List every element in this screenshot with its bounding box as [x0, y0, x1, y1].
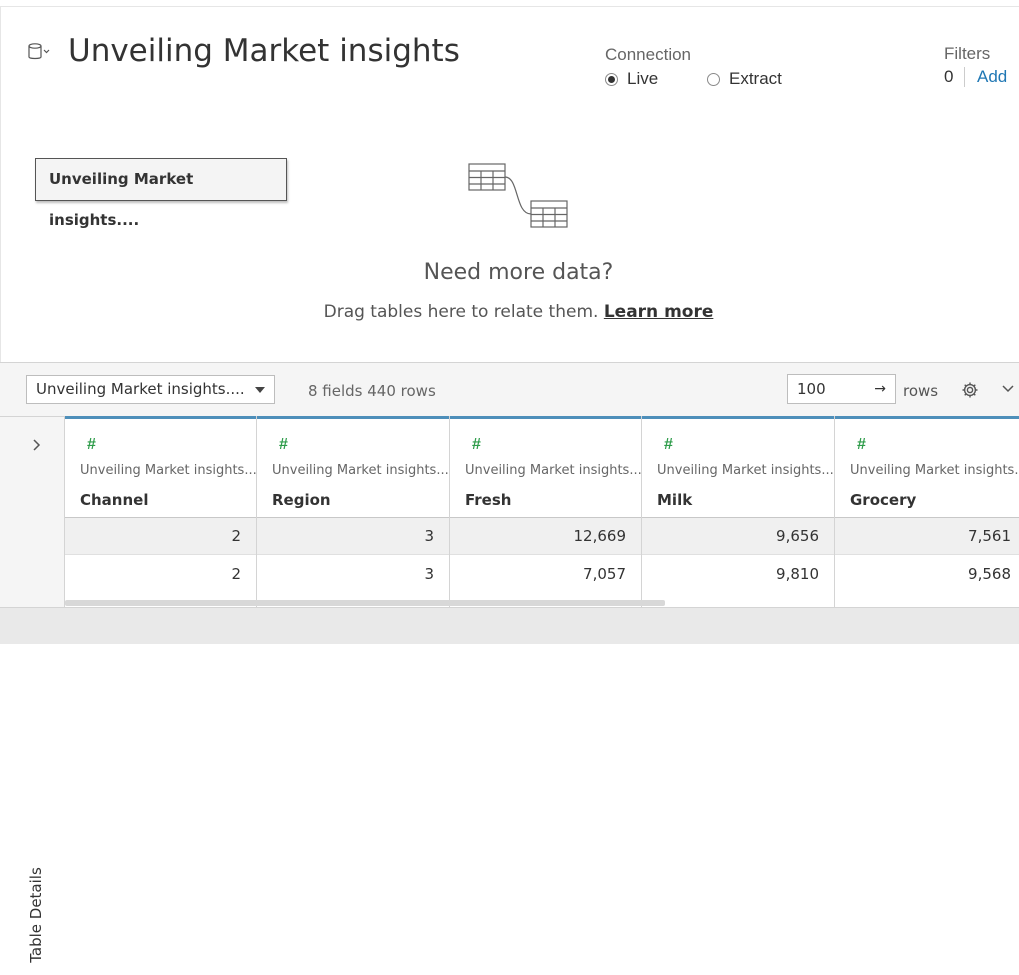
fields-rows-summary: 8 fields 440 rows — [308, 382, 436, 400]
horizontal-scrollbar[interactable] — [65, 600, 665, 606]
grid-cell: 7,561 — [835, 518, 1019, 555]
grid-cell: 3 — [257, 556, 449, 593]
arrow-right-icon[interactable]: → — [874, 375, 886, 403]
radio-selected-icon — [605, 72, 618, 86]
rows-count-input[interactable]: 100 → — [787, 374, 896, 404]
rows-count-value: 100 — [797, 380, 826, 398]
grid-cell: 3 — [257, 518, 449, 555]
filters-divider — [964, 67, 965, 87]
column-source: Unveiling Market insights.... — [80, 463, 261, 478]
column-name: Grocery — [850, 491, 917, 509]
grid-cell: 2 — [65, 518, 256, 555]
caret-down-icon — [255, 387, 265, 393]
chevron-right-icon[interactable] — [32, 438, 42, 452]
column-source: Unveiling Market insights.... — [657, 463, 838, 478]
table-details-label: Table Details — [27, 867, 45, 963]
grid-cell: 7,057 — [450, 556, 641, 593]
column-header[interactable]: # Unveiling Market insights.... Region — [257, 416, 453, 518]
grid-cell: 9,656 — [642, 518, 834, 555]
grid-column: # Unveiling Market insights.... Fresh 12… — [450, 416, 646, 607]
column-header[interactable]: # Unveiling Market insights.... Grocery — [835, 416, 1019, 518]
column-name: Milk — [657, 491, 693, 509]
table-details-rail[interactable]: Table Details — [0, 416, 65, 963]
data-source-canvas: Unveiling Market insights Connection Liv… — [0, 6, 1019, 363]
need-more-data-heading: Need more data? — [423, 260, 614, 285]
number-type-icon[interactable]: # — [279, 436, 288, 454]
connection-extract-radio[interactable]: Extract — [707, 69, 782, 89]
column-name: Channel — [80, 491, 149, 509]
grid-cell: 9,568 — [835, 556, 1019, 593]
column-name: Fresh — [465, 491, 512, 509]
gear-icon[interactable] — [961, 381, 979, 399]
logical-table-pill[interactable]: Unveiling Market insights.... — [35, 158, 287, 229]
learn-more-link[interactable]: Learn more — [604, 302, 714, 322]
grid-column: # Unveiling Market insights.... Grocery … — [835, 416, 1019, 607]
connection-live-radio[interactable]: Live — [605, 69, 658, 89]
grid-column: # Unveiling Market insights.... Region 3… — [257, 416, 453, 607]
column-header[interactable]: # Unveiling Market insights.... Fresh — [450, 416, 646, 518]
relate-tables-icon — [468, 163, 568, 228]
connection-label: Connection — [605, 45, 692, 64]
connection-live-label: Live — [627, 69, 659, 88]
connection-extract-label: Extract — [729, 69, 782, 88]
grid-cell: 2 — [65, 556, 256, 593]
rows-label: rows — [903, 382, 939, 400]
table-select-dropdown[interactable]: Unveiling Market insights.... — [26, 375, 275, 404]
column-source: Unveiling Market insights.... — [850, 463, 1019, 478]
table-select-value: Unveiling Market insights.... — [36, 380, 245, 398]
column-header[interactable]: # Unveiling Market insights.... Milk — [642, 416, 838, 518]
database-icon[interactable] — [28, 43, 50, 61]
column-source: Unveiling Market insights.... — [272, 463, 453, 478]
number-type-icon[interactable]: # — [472, 436, 481, 454]
data-grid-toolbar: Unveiling Market insights.... 8 fields 4… — [0, 362, 1019, 417]
grid-cell: 9,810 — [642, 556, 834, 593]
radio-unselected-icon — [707, 72, 720, 86]
number-type-icon[interactable]: # — [857, 436, 866, 454]
data-grid: # Unveiling Market insights.... Channel … — [65, 416, 1019, 607]
page-title[interactable]: Unveiling Market insights — [68, 33, 460, 69]
grid-cell: 12,669 — [450, 518, 641, 555]
number-type-icon[interactable]: # — [87, 436, 96, 454]
filters-count: 0 — [944, 67, 954, 86]
bottom-status-bar — [0, 607, 1019, 644]
chevron-down-icon[interactable] — [1001, 384, 1015, 394]
add-filter-link[interactable]: Add — [977, 67, 1007, 87]
column-header[interactable]: # Unveiling Market insights.... Channel — [65, 416, 261, 518]
column-name: Region — [272, 491, 331, 509]
column-source: Unveiling Market insights.... — [465, 463, 646, 478]
grid-column: # Unveiling Market insights.... Milk 9,6… — [642, 416, 838, 607]
filters-label: Filters — [944, 44, 991, 63]
drag-tables-text: Drag tables here to relate them. — [323, 302, 599, 322]
drag-tables-hint: Drag tables here to relate them. Learn m… — [1, 302, 1019, 322]
number-type-icon[interactable]: # — [664, 436, 673, 454]
grid-column: # Unveiling Market insights.... Channel … — [65, 416, 261, 607]
